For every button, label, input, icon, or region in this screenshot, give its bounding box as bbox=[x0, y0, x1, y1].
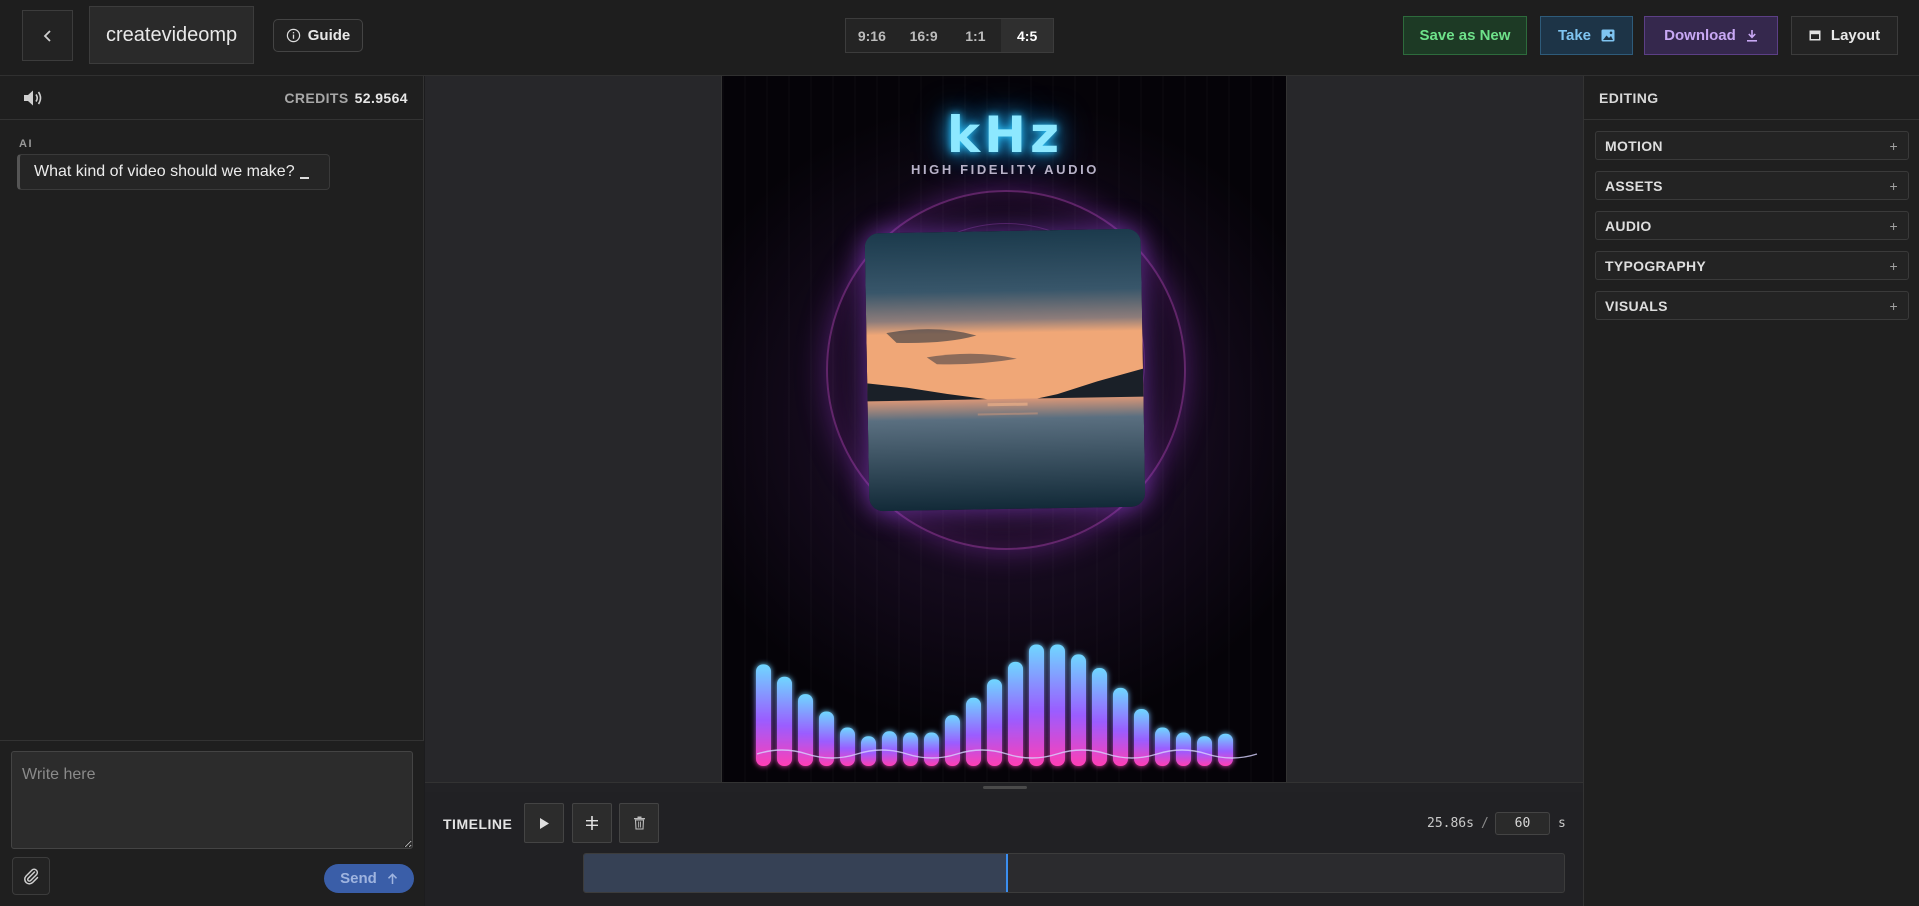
ratio-4-5-button[interactable]: 4:5 bbox=[1001, 19, 1053, 52]
arrow-up-icon bbox=[387, 872, 397, 884]
editing-sections: MOTION + ASSETS + AUDIO + TYPOGRAPHY + VISUA… bbox=[1595, 131, 1909, 331]
image-icon bbox=[1601, 29, 1615, 42]
send-label: Send bbox=[340, 870, 377, 887]
section-label: ASSETS bbox=[1605, 177, 1663, 194]
download-icon bbox=[1746, 30, 1757, 42]
sound-toggle-button[interactable] bbox=[22, 88, 44, 108]
equalizer-bar bbox=[1155, 727, 1170, 766]
resize-grip bbox=[983, 786, 1027, 789]
equalizer-bar bbox=[1218, 733, 1233, 766]
plus-icon: + bbox=[1889, 137, 1898, 154]
sunset-photo bbox=[864, 228, 1146, 512]
download-button[interactable]: Download bbox=[1644, 16, 1778, 55]
equalizer-bar bbox=[882, 731, 897, 766]
equalizer-bar bbox=[966, 697, 981, 766]
chat-header: CREDITS 52.9564 bbox=[0, 76, 424, 120]
guide-button[interactable]: Guide bbox=[273, 19, 363, 52]
guide-label: Guide bbox=[307, 27, 351, 44]
timeline-progress-fill bbox=[584, 854, 1007, 892]
equalizer-bar bbox=[924, 732, 939, 766]
aspect-ratio-selector: 9:16 16:9 1:1 4:5 bbox=[845, 18, 1054, 53]
plus-icon: + bbox=[1889, 257, 1898, 274]
project-name-field[interactable]: createvideomp bbox=[89, 6, 254, 64]
equalizer-bar bbox=[1050, 644, 1065, 766]
save-as-new-button[interactable]: Save as New bbox=[1403, 16, 1527, 55]
info-icon bbox=[286, 28, 300, 43]
ratio-16-9-button[interactable]: 16:9 bbox=[898, 19, 950, 52]
split-button[interactable] bbox=[572, 803, 612, 843]
equalizer-bar bbox=[840, 727, 855, 766]
equalizer-visual bbox=[756, 644, 1258, 766]
speaker-icon bbox=[24, 90, 42, 106]
delete-button[interactable] bbox=[619, 803, 659, 843]
section-label: TYPOGRAPHY bbox=[1605, 257, 1707, 274]
download-label: Download bbox=[1664, 27, 1736, 44]
duration-unit: s bbox=[1558, 816, 1566, 831]
paperclip-icon bbox=[24, 868, 39, 885]
back-button[interactable] bbox=[22, 10, 73, 61]
play-icon bbox=[540, 817, 549, 829]
timeline-label: TIMELINE bbox=[443, 816, 513, 832]
plus-icon: + bbox=[1889, 177, 1898, 194]
section-assets[interactable]: ASSETS + bbox=[1595, 171, 1909, 200]
top-bar: createvideomp Guide 9:16 16:9 1:1 4:5 Sa… bbox=[0, 0, 1919, 76]
timeline-track[interactable] bbox=[583, 853, 1565, 893]
logo-title: kHz bbox=[946, 106, 1064, 164]
plus-icon: + bbox=[1889, 297, 1898, 314]
save-as-new-label: Save as New bbox=[1419, 27, 1511, 44]
plus-icon: + bbox=[1889, 217, 1898, 234]
editing-panel: EDITING MOTION + ASSETS + AUDIO + TYPOGRAPH… bbox=[1583, 76, 1919, 906]
credits-value: 52.9564 bbox=[354, 90, 408, 106]
credits-label: CREDITS bbox=[284, 90, 349, 106]
ratio-1-1-button[interactable]: 1:1 bbox=[950, 19, 1002, 52]
section-typography[interactable]: TYPOGRAPHY + bbox=[1595, 251, 1909, 280]
equalizer-bar bbox=[945, 715, 960, 766]
ratio-9-16-button[interactable]: 9:16 bbox=[846, 19, 898, 52]
equalizer-bar bbox=[1029, 644, 1044, 766]
chevron-left-icon bbox=[43, 29, 51, 42]
section-visuals[interactable]: VISUALS + bbox=[1595, 291, 1909, 320]
chat-composer: Send bbox=[0, 740, 424, 906]
equalizer-bar bbox=[1176, 732, 1191, 766]
section-motion[interactable]: MOTION + bbox=[1595, 131, 1909, 160]
take-label: Take bbox=[1557, 27, 1592, 44]
section-label: MOTION bbox=[1605, 137, 1663, 154]
logo-subtitle: HIGH FIDELITY AUDIO bbox=[910, 162, 1100, 177]
equalizer-bar bbox=[987, 679, 1002, 766]
chat-input[interactable] bbox=[11, 751, 413, 849]
editing-title: EDITING bbox=[1584, 76, 1919, 120]
timeline-panel: TIMELINE 25.86s / 60 s bbox=[425, 792, 1583, 906]
chat-panel: CREDITS 52.9564 AI What kind of video sho… bbox=[0, 76, 424, 906]
equalizer-bar bbox=[1071, 654, 1086, 766]
equalizer-bar bbox=[1113, 687, 1128, 766]
send-button[interactable]: Send bbox=[324, 864, 414, 893]
play-button[interactable] bbox=[524, 803, 564, 843]
trash-icon bbox=[633, 816, 645, 830]
layout-button[interactable]: Layout bbox=[1791, 16, 1898, 55]
layout-icon bbox=[1809, 30, 1821, 41]
equalizer-bar bbox=[1197, 736, 1212, 766]
timeline-resize-handle[interactable] bbox=[425, 782, 1583, 792]
equalizer-bar bbox=[903, 732, 918, 766]
attach-button[interactable] bbox=[12, 857, 50, 895]
preview-area: kHz HIGH FIDELITY AUDIO bbox=[425, 76, 1583, 782]
ai-message-bubble: What kind of video should we make? bbox=[17, 154, 330, 190]
current-time: 25.86s bbox=[1427, 816, 1474, 831]
equalizer-bar bbox=[1008, 661, 1023, 766]
equalizer-bar bbox=[777, 676, 792, 766]
time-separator: / bbox=[1481, 816, 1489, 831]
duration-input[interactable]: 60 bbox=[1495, 812, 1550, 835]
section-audio[interactable]: AUDIO + bbox=[1595, 211, 1909, 240]
layout-label: Layout bbox=[1830, 27, 1881, 44]
ai-sender-label: AI bbox=[19, 138, 33, 150]
split-icon bbox=[586, 816, 598, 830]
typing-cursor bbox=[299, 177, 309, 179]
timeline-playhead[interactable] bbox=[1006, 854, 1009, 892]
take-button[interactable]: Take bbox=[1540, 16, 1633, 55]
section-label: AUDIO bbox=[1605, 217, 1652, 234]
credits-display: CREDITS 52.9564 bbox=[284, 90, 408, 106]
video-canvas[interactable]: kHz HIGH FIDELITY AUDIO bbox=[721, 76, 1287, 782]
ai-message-text: What kind of video should we make? bbox=[34, 163, 295, 180]
section-label: VISUALS bbox=[1605, 297, 1668, 314]
